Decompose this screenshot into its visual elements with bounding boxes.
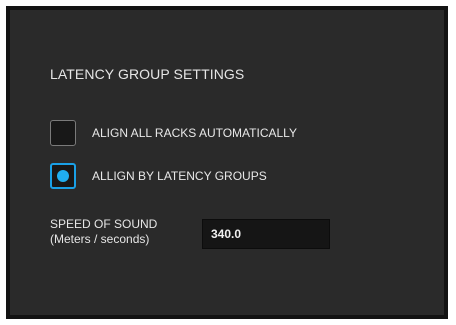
selected-dot-icon [57, 170, 69, 182]
align-all-racks-option[interactable]: ALIGN ALL RACKS AUTOMATICALLY [50, 119, 297, 147]
speed-of-sound-input[interactable] [202, 219, 330, 249]
align-all-racks-label: ALIGN ALL RACKS AUTOMATICALLY [92, 126, 297, 140]
speed-of-sound-label: SPEED OF SOUND (Meters / seconds) [50, 217, 157, 247]
align-all-racks-checkbox[interactable] [50, 120, 76, 146]
speed-of-sound-label-line1: SPEED OF SOUND [50, 217, 158, 231]
latency-group-settings-panel: LATENCY GROUP SETTINGS ALIGN ALL RACKS A… [6, 6, 448, 319]
speed-of-sound-label-line2: (Meters / seconds) [50, 232, 150, 246]
align-by-latency-groups-option[interactable]: ALLIGN BY LATENCY GROUPS [50, 162, 267, 190]
align-by-latency-groups-checkbox[interactable] [50, 163, 76, 189]
align-by-latency-groups-label: ALLIGN BY LATENCY GROUPS [92, 169, 267, 183]
panel-title: LATENCY GROUP SETTINGS [50, 66, 245, 82]
